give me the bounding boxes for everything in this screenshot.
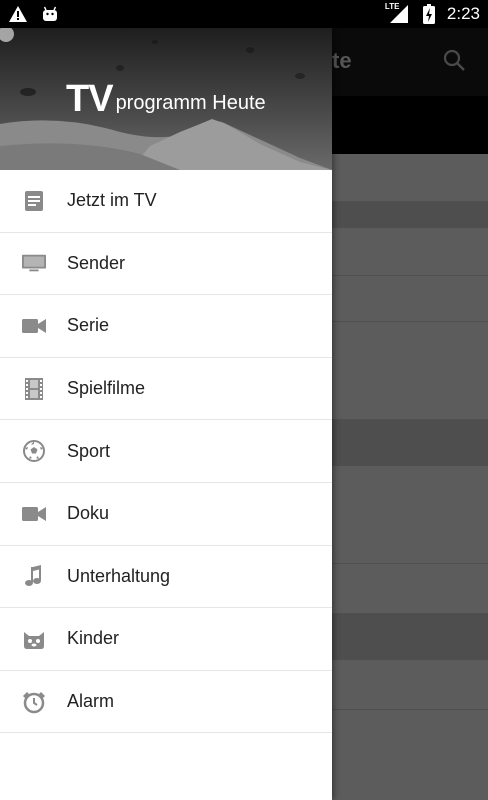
- menu-item-alarm[interactable]: Alarm: [0, 671, 332, 734]
- app-screen: LTE 2:23 te TV programm Heute Jetzt im T…: [0, 0, 488, 800]
- app-logo: TV programm Heute: [57, 78, 266, 120]
- menu-item-label: Kinder: [67, 628, 120, 649]
- menu-item-spielfilme[interactable]: Spielfilme: [0, 358, 332, 421]
- drawer-header: TV programm Heute: [0, 28, 332, 170]
- menu-item-jetzt-im-tv[interactable]: Jetzt im TV: [0, 170, 332, 233]
- android-icon: [40, 4, 60, 24]
- kids-character-icon: [22, 627, 46, 651]
- network-type: LTE: [384, 2, 400, 11]
- signal-icon: LTE: [384, 2, 411, 24]
- video-camera-icon: [22, 502, 46, 526]
- status-bar: LTE 2:23: [0, 0, 488, 28]
- menu-item-serie[interactable]: Serie: [0, 295, 332, 358]
- menu-item-label: Unterhaltung: [67, 565, 171, 586]
- menu-item-label: Sport: [67, 440, 111, 461]
- menu-item-label: Doku: [67, 503, 110, 524]
- television-icon: [22, 251, 46, 275]
- music-note-icon: [22, 564, 46, 588]
- menu-item-label: Sender: [67, 252, 126, 273]
- menu-item-label: Jetzt im TV: [67, 190, 157, 211]
- document-icon: [22, 189, 46, 213]
- clock: 2:23: [446, 4, 480, 23]
- search-icon[interactable]: [442, 48, 468, 74]
- warning-icon: [8, 4, 28, 24]
- menu-item-kinder[interactable]: Kinder: [0, 608, 332, 671]
- film-strip-icon: [22, 377, 46, 401]
- logo-subtitle-text: programm Heute: [115, 92, 266, 114]
- menu-item-label: Spielfilme: [67, 378, 146, 399]
- menu-item-doku[interactable]: Doku: [0, 483, 332, 546]
- soccer-ball-icon: [22, 439, 46, 463]
- menu-item-label: Alarm: [67, 691, 115, 712]
- menu-item-sender[interactable]: Sender: [0, 233, 332, 296]
- menu-item-label: Serie: [67, 315, 110, 336]
- background-title: te: [332, 48, 352, 73]
- battery-charging-icon: [419, 4, 439, 24]
- menu-item-unterhaltung[interactable]: Unterhaltung: [0, 546, 332, 609]
- drawer-menu: Jetzt im TV Sender Serie Spielfilme Spor…: [0, 170, 332, 734]
- menu-item-sport[interactable]: Sport: [0, 420, 332, 483]
- video-camera-icon: [22, 314, 46, 338]
- alarm-clock-icon: [22, 690, 46, 714]
- navigation-drawer: TV programm Heute Jetzt im TV Sender Ser…: [0, 28, 332, 800]
- logo-tv-text: TV: [66, 78, 114, 120]
